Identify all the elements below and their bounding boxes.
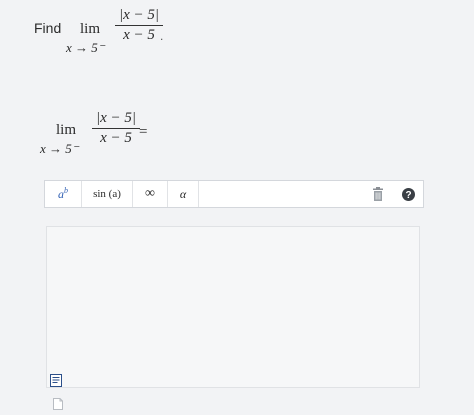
sine-template-button[interactable]: sin (a) bbox=[82, 181, 133, 207]
document-icon bbox=[50, 374, 62, 387]
alpha-button[interactable]: α bbox=[168, 181, 199, 207]
alpha-icon: α bbox=[179, 186, 187, 201]
answer-fraction: |x − 5| x − 5 bbox=[92, 110, 141, 147]
power-template-button[interactable]: ab bbox=[45, 181, 82, 207]
page-button[interactable] bbox=[53, 397, 63, 415]
trash-icon bbox=[373, 187, 383, 201]
limit-fraction: |x − 5| x − 5 bbox=[115, 7, 164, 44]
power-exponent: b bbox=[64, 185, 68, 195]
page-icon bbox=[53, 398, 63, 410]
svg-text:?: ? bbox=[405, 190, 411, 201]
help-icon: ? bbox=[401, 187, 415, 201]
infinity-button[interactable]: ∞ bbox=[133, 181, 168, 207]
limit-operator: lim bbox=[80, 21, 101, 37]
answer-limit-subscript: x → 5⁻ bbox=[40, 141, 79, 156]
math-toolbar: ab sin (a) ∞ α ? bbox=[44, 180, 424, 208]
answer-fraction-numerator: |x − 5| bbox=[96, 110, 137, 126]
answer-limit-operator: lim bbox=[56, 122, 77, 138]
sine-template-icon: sin (a) bbox=[93, 188, 121, 200]
limit-subscript: x → 5⁻ bbox=[66, 40, 105, 55]
infinity-icon: ∞ bbox=[145, 186, 155, 201]
answer-fraction-denominator: x − 5 bbox=[100, 130, 132, 146]
clear-button[interactable] bbox=[363, 181, 393, 207]
help-button[interactable]: ? bbox=[393, 181, 423, 207]
fraction-denominator: x − 5 bbox=[123, 27, 155, 43]
answer-area[interactable] bbox=[46, 226, 420, 388]
trailing-period: . bbox=[160, 29, 164, 43]
power-template-icon: ab bbox=[58, 185, 68, 202]
document-button[interactable] bbox=[50, 374, 62, 392]
fraction-numerator: |x − 5| bbox=[119, 7, 160, 23]
find-label: Find bbox=[34, 20, 62, 36]
equals-sign: = bbox=[139, 124, 148, 140]
